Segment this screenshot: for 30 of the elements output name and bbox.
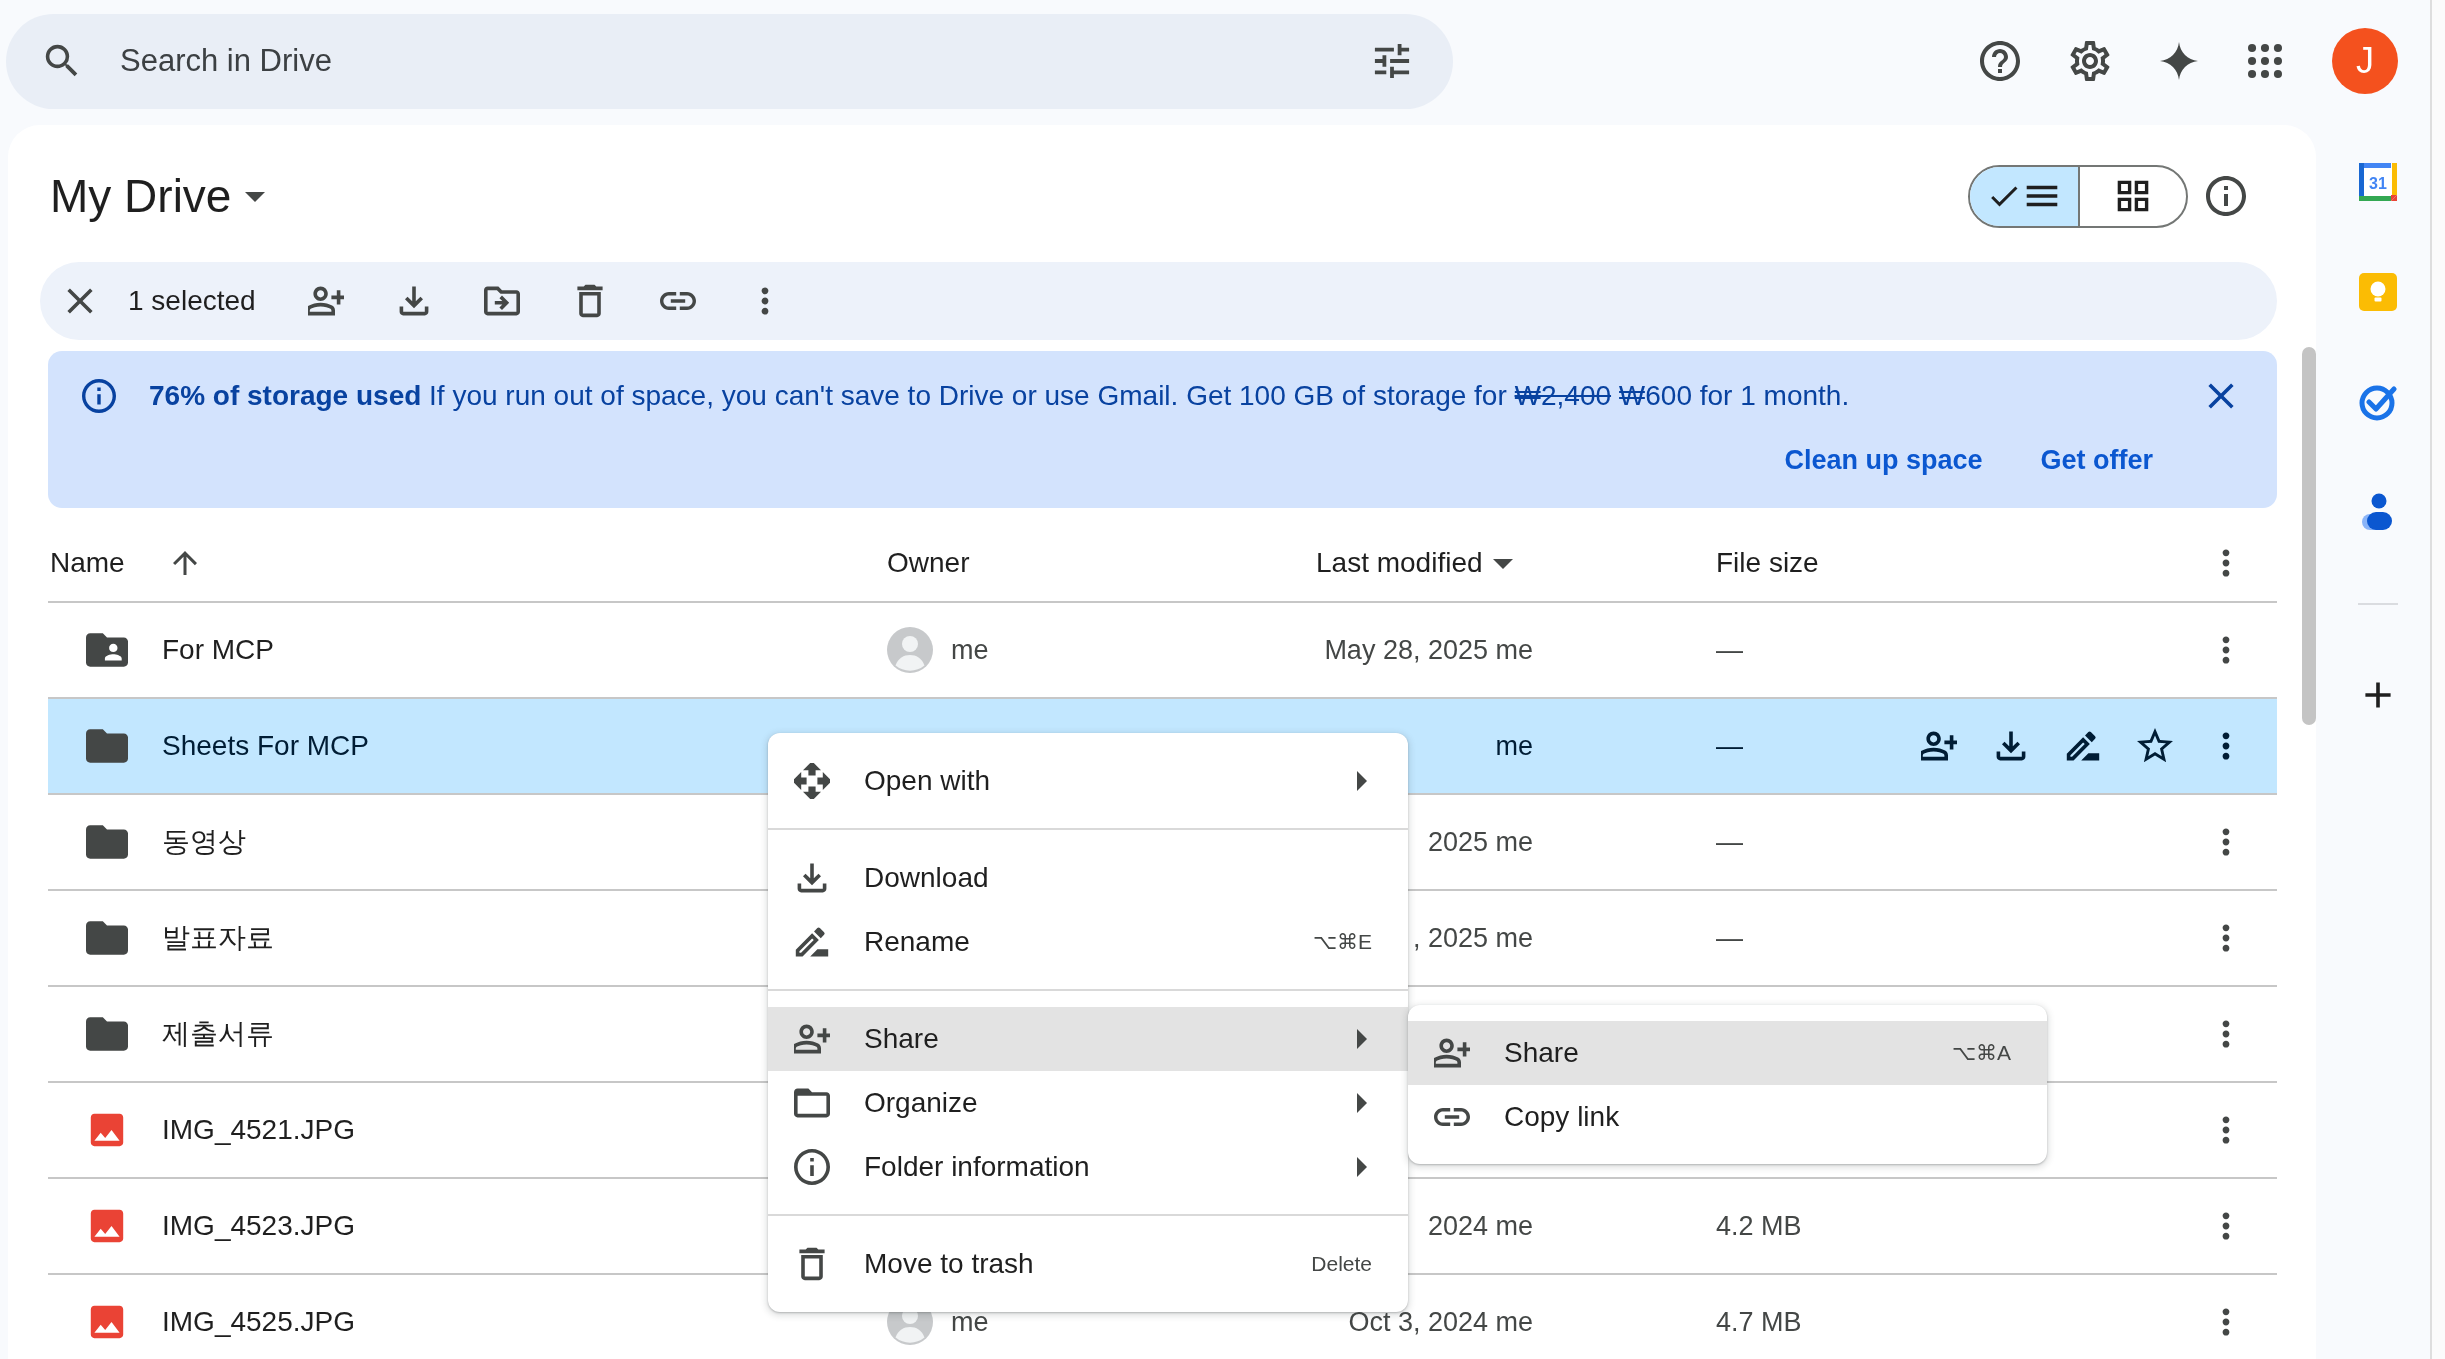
keyboard-shortcut: ⌥⌘A bbox=[1951, 1041, 2011, 1065]
owner-name: me bbox=[951, 1306, 989, 1338]
owner-name: me bbox=[951, 634, 989, 666]
modified-date: me bbox=[1495, 730, 1533, 762]
modified-date: Oct 3, 2024 me bbox=[1348, 1306, 1533, 1338]
old-price: ₩2,400 bbox=[1514, 380, 1612, 411]
file-name: For MCP bbox=[162, 634, 274, 666]
file-size: 4.2 MB bbox=[1716, 1210, 1802, 1241]
file-name: IMG_4523.JPG bbox=[162, 1210, 355, 1242]
file-name: IMG_4521.JPG bbox=[162, 1114, 355, 1146]
file-size: — bbox=[1716, 730, 1743, 761]
file-name: Sheets For MCP bbox=[162, 730, 369, 762]
banner-title: 76% of storage used bbox=[149, 380, 422, 411]
keyboard-shortcut: ⌥⌘E bbox=[1312, 930, 1372, 954]
file-name: 제출서류 bbox=[162, 1017, 274, 1051]
offer-price: ₩600 for 1 month. bbox=[1618, 380, 1850, 411]
modified-date: 2025 me bbox=[1427, 826, 1533, 858]
file-name: 동영상 bbox=[162, 825, 246, 859]
file-size: — bbox=[1716, 826, 1743, 857]
file-size: — bbox=[1716, 634, 1743, 665]
file-size: — bbox=[1716, 922, 1743, 953]
file-name: 발표자료 bbox=[162, 921, 274, 955]
modified-date: 2024 me bbox=[1427, 1210, 1533, 1242]
banner-message: If you run out of space, you can't save to Drive or use Gmail. Get 100 GB of storage for bbox=[429, 380, 1507, 411]
file-size: 4.7 MB bbox=[1716, 1306, 1802, 1337]
selection-count: 1 selected bbox=[128, 285, 256, 317]
keyboard-shortcut: Delete bbox=[1311, 1252, 1372, 1276]
modified-date: May 28, 2025 me bbox=[1324, 634, 1533, 666]
file-name: IMG_4525.JPG bbox=[162, 1306, 355, 1338]
modified-date: , 2025 me bbox=[1412, 922, 1533, 954]
